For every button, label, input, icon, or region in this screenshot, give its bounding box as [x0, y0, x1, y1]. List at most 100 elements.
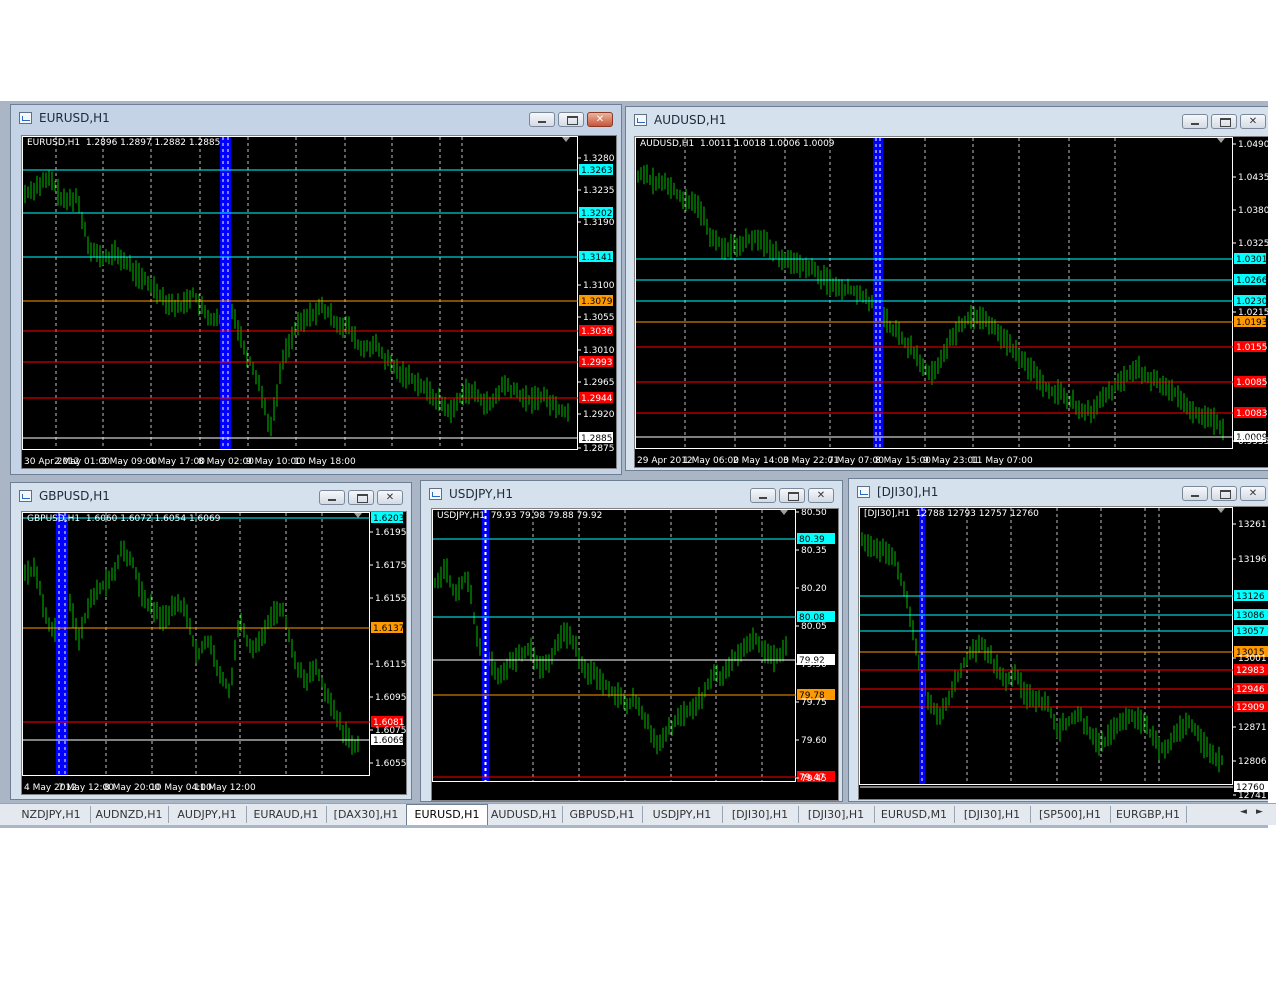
level-label: 1.3263: [581, 166, 613, 176]
chart-canvas[interactable]: 80.3980.0879.9279.7879.4780.5080.3580.20…: [432, 509, 838, 800]
chart-tab[interactable]: [SP500],H1: [1030, 806, 1111, 823]
window-title: GBPUSD,H1: [39, 489, 110, 503]
price-chart[interactable]: 1.3263 1.3202 1.3141 1.3079 1.3036 1.2993 1.29…: [21, 135, 617, 469]
close-button[interactable]: ✕: [1240, 486, 1266, 501]
chart-canvas[interactable]: 1.32631.32021.31411.30791.30361.29931.29…: [22, 136, 616, 468]
price-tick-label: 80.50: [801, 509, 827, 518]
scroll-left-icon[interactable]: ◄: [1240, 807, 1247, 817]
window-titlebar[interactable]: USDJPY,H1 ✕: [421, 481, 842, 509]
chart-tab[interactable]: [DAX30],H1: [326, 806, 407, 823]
window-title: AUDUSD,H1: [654, 113, 727, 127]
shift-marker-icon[interactable]: [780, 510, 788, 515]
price-tick-label: 1.3055: [583, 313, 615, 323]
price-tick-label: 12741: [1238, 791, 1267, 799]
price-chart[interactable]: 1.6203 1.6137 1.6081 1.6069 1.6195 1.6175 1.61…: [21, 511, 407, 795]
level-label: 80.39: [799, 535, 825, 545]
window-edge: [1268, 101, 1280, 828]
chart-window-eurusd[interactable]: EURUSD,H1 ✕ 1.3263 1.3202 1.3141 1.3079 1.30…: [10, 104, 622, 475]
chart-canvas[interactable]: 1.0301 1.0266 1.0230 1.0193 1.0155 1.0085 1.00…: [635, 137, 1269, 467]
level-label: 1.6069: [373, 736, 405, 746]
price-chart[interactable]: 13126 13086 13057 13015 12983 12946 12909 12760…: [858, 506, 1272, 800]
chart-tab[interactable]: USDJPY,H1: [642, 806, 723, 823]
chart-tab[interactable]: GBPUSD,H1: [562, 806, 643, 823]
close-button[interactable]: ✕: [808, 488, 834, 503]
maximize-button[interactable]: [558, 112, 584, 127]
price-tick-label: 1.6055: [375, 759, 406, 769]
window-title: USDJPY,H1: [449, 487, 513, 501]
level-label: 1.2993: [581, 358, 613, 368]
price-tick-label: 80.35: [801, 546, 827, 556]
shift-marker-icon[interactable]: [354, 513, 362, 518]
chart-tab[interactable]: [DJI30],H1: [798, 806, 875, 823]
price-chart[interactable]: 80.39 80.08 79.92 79.78 79.47 80.50 80.35 80.20…: [431, 508, 839, 801]
level-label: 1.6137: [373, 624, 405, 634]
chart-window-dji30[interactable]: [DJI30],H1 ✕ 13126 13086 13057 13015 12983 12…: [848, 478, 1275, 802]
chart-tab[interactable]: EURAUD,H1: [246, 806, 327, 823]
level-label: 1.0155: [1236, 343, 1268, 353]
close-button[interactable]: ✕: [1240, 114, 1266, 129]
scroll-right-icon[interactable]: ►: [1256, 807, 1263, 817]
chart-tab[interactable]: [DJI30],H1: [954, 806, 1031, 823]
price-chart[interactable]: 1.0301 1.0266 1.0230 1.0193 1.0155 1.0085 1.00…: [634, 136, 1270, 468]
chart-tab[interactable]: [DJI30],H1: [722, 806, 799, 823]
price-tick-label: 1.0435: [1238, 173, 1269, 183]
close-button[interactable]: ✕: [377, 490, 403, 505]
minimize-button[interactable]: [1182, 486, 1208, 501]
chart-ohlc-header: USDJPY,H1 79.93 79.98 79.88 79.92: [437, 511, 603, 521]
chart-tab[interactable]: AUDNZD,H1: [90, 806, 169, 823]
date-tick-label: 2 May 14:00: [733, 456, 789, 466]
price-tick-label: 1.0490: [1238, 140, 1269, 150]
price-tick-label: 1.3190: [583, 218, 615, 228]
price-tick-label: 80.05: [801, 622, 827, 632]
price-tick-label: 80.20: [801, 584, 827, 594]
maximize-button[interactable]: [1211, 114, 1237, 129]
chart-window-icon: [857, 486, 870, 498]
date-tick-label: 11 May 07:00: [971, 456, 1033, 466]
chart-ohlc-header: GBPUSD,H1 1.6060 1.6072 1.6054 1.6069: [27, 514, 221, 524]
cursor-band: [873, 138, 883, 448]
level-label: 1.0301: [1236, 255, 1268, 265]
maximize-button[interactable]: [348, 490, 374, 505]
chart-tab[interactable]: EURUSD,H1: [406, 804, 488, 825]
chart-window-audusd[interactable]: AUDUSD,H1 ✕ 1.0301 1.0266 1.0230 1.0193 1.01…: [625, 106, 1275, 471]
chart-window-usdjpy[interactable]: USDJPY,H1 ✕ 80.39 80.08 79.92 79.78 79.47 80.…: [420, 480, 843, 802]
shift-marker-icon[interactable]: [1217, 508, 1225, 513]
window-titlebar[interactable]: AUDUSD,H1 ✕: [626, 107, 1274, 135]
chart-window-icon: [19, 112, 32, 124]
window-titlebar[interactable]: [DJI30],H1 ✕: [849, 479, 1274, 507]
chart-tab[interactable]: EURUSD,M1: [874, 806, 955, 823]
minimize-button[interactable]: [529, 112, 555, 127]
chart-canvas[interactable]: 1312613086130571301512983129461290912760…: [859, 507, 1271, 799]
price-tick-label: 1.0325: [1238, 239, 1269, 249]
chart-tab[interactable]: AUDJPY,H1: [168, 806, 247, 823]
price-tick-label: 13196: [1238, 555, 1267, 565]
level-label: 12946: [1236, 685, 1265, 695]
close-button[interactable]: ✕: [587, 112, 613, 127]
chart-tab[interactable]: NZDJPY,H1: [12, 806, 91, 823]
price-tick-label: 13261: [1238, 520, 1267, 530]
date-tick-label: 1 May 06:00: [683, 456, 739, 466]
level-label: 1.6203: [373, 514, 405, 524]
level-label: 13057: [1236, 627, 1265, 637]
chart-canvas[interactable]: 1.62031.61371.60811.60691.61951.61751.61…: [22, 512, 406, 794]
shift-marker-icon[interactable]: [1217, 138, 1225, 143]
maximize-button[interactable]: [1211, 486, 1237, 501]
level-label: 1.2885: [581, 434, 613, 444]
price-tick-label: 1.3280: [583, 154, 615, 164]
minimize-button[interactable]: [750, 488, 776, 503]
minimize-button[interactable]: [1182, 114, 1208, 129]
window-titlebar[interactable]: GBPUSD,H1 ✕: [11, 483, 411, 511]
price-tick-label: 1.6115: [375, 660, 406, 670]
level-label: 13086: [1236, 611, 1265, 621]
chart-window-gbpusd[interactable]: GBPUSD,H1 ✕ 1.6203 1.6137 1.6081 1.6069 1.61…: [10, 482, 412, 800]
minimize-button[interactable]: [319, 490, 345, 505]
chart-tab[interactable]: AUDUSD,H1: [486, 806, 563, 823]
maximize-button[interactable]: [779, 488, 805, 503]
chart-window-icon: [19, 490, 32, 502]
window-titlebar[interactable]: EURUSD,H1 ✕: [11, 105, 621, 133]
price-tick-label: 79.45: [801, 774, 827, 784]
plot-frame: [859, 507, 1233, 785]
shift-marker-icon[interactable]: [562, 137, 570, 142]
chart-tab[interactable]: EURGBP,H1: [1110, 806, 1187, 823]
price-tick-label: 79.60: [801, 736, 827, 746]
